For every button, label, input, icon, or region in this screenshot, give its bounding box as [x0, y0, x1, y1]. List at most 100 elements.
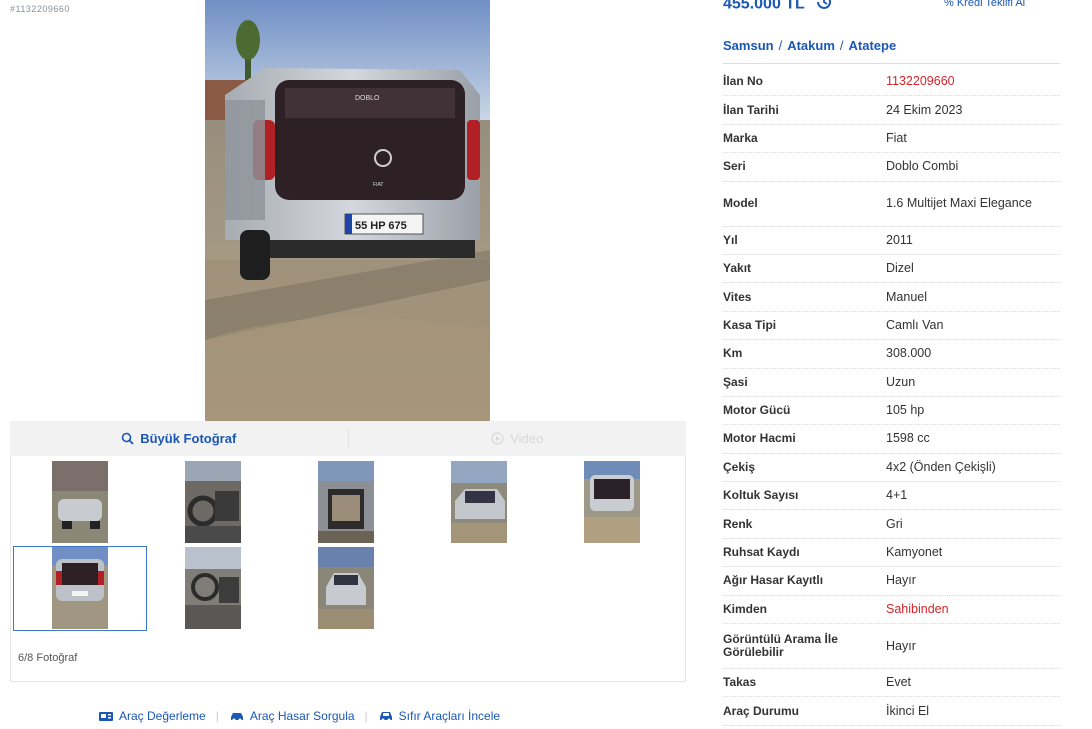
spec-label: Yıl	[723, 232, 738, 247]
new-cars-link[interactable]: Sıfır Araçları İncele	[378, 709, 500, 723]
spec-row: Görüntülü Arama İle Görülebilir Hayır	[723, 624, 1060, 670]
photo-tabs: Büyük Fotoğraf Video	[10, 421, 686, 456]
spec-row: Motor Hacmi 1598 cc	[723, 425, 1060, 454]
spec-label: Km	[723, 346, 743, 361]
spec-value: Doblo Combi	[886, 159, 959, 174]
link-separator: |	[364, 709, 368, 723]
spec-label: Koltuk Sayısı	[723, 488, 799, 503]
spec-label: Şasi	[723, 374, 748, 389]
video-tab[interactable]: Video	[349, 421, 687, 456]
spec-label: Takas	[723, 675, 757, 690]
spec-value: İkinci El	[886, 703, 930, 718]
main-photo[interactable]: DOBLO FIAT 55 HP 675	[205, 0, 490, 421]
search-icon	[121, 432, 134, 445]
spec-value: 1132209660	[886, 74, 955, 89]
spec-value: Sahibinden	[886, 601, 949, 616]
spec-label: Model	[723, 196, 758, 211]
bottom-links: Araç Değerleme | Araç Hasar Sorgula | Sı…	[98, 709, 500, 723]
spec-row: Şasi Uzun	[723, 369, 1060, 397]
breadcrumb-separator: /	[839, 38, 844, 53]
price-value: 455.000 TL	[723, 0, 805, 13]
spec-value: Dizel	[886, 261, 914, 276]
price-history-icon[interactable]	[815, 0, 833, 16]
video-tab-label: Video	[510, 431, 544, 446]
listing-id-label: #1132209660	[10, 4, 70, 14]
spec-value: 4+1	[886, 488, 908, 503]
photo-counter: 6/8 Fotoğraf	[18, 652, 78, 664]
spec-value: Gri	[886, 516, 903, 531]
large-photo-tab-label: Büyük Fotoğraf	[140, 431, 237, 446]
license-plate: 55 HP 675	[355, 220, 407, 232]
spec-row: Yakıt Dizel	[723, 255, 1060, 284]
location-divider	[723, 63, 1060, 64]
thumbnail-7[interactable]	[185, 547, 241, 629]
location-district[interactable]: Atakum	[787, 38, 835, 53]
spec-label: Çekiş	[723, 459, 756, 474]
thumbnail-1[interactable]	[52, 461, 108, 543]
spec-label: Yakıt	[723, 261, 752, 276]
thumbnail-2[interactable]	[185, 461, 241, 543]
spec-value: Hayır	[886, 638, 916, 653]
spec-value: Manuel	[886, 289, 927, 304]
spec-label: Görüntülü Arama İle Görülebilir	[723, 632, 838, 660]
spec-row: İlan No 1132209660	[723, 68, 1060, 97]
percent-icon: %	[944, 0, 954, 9]
location-neighborhood[interactable]: Atatepe	[849, 38, 897, 53]
credit-offer-link[interactable]: % Kredi Teklifi Al	[944, 0, 1025, 9]
spec-value: 1.6 Multijet Maxi Elegance	[886, 196, 1032, 211]
link-separator: |	[215, 709, 219, 723]
spec-row: Vites Manuel	[723, 283, 1060, 312]
spec-value: 2011	[886, 232, 913, 247]
credit-offer-label: Kredi Teklifi Al	[956, 0, 1026, 9]
spec-label: Motor Hacmi	[723, 431, 796, 446]
spec-row: Çekiş 4x2 (Önden Çekişli)	[723, 454, 1060, 483]
van-brand: FIAT	[373, 182, 383, 188]
spec-value: Uzun	[886, 374, 916, 389]
car-icon	[378, 710, 394, 722]
play-icon	[491, 432, 504, 445]
damage-query-link[interactable]: Araç Hasar Sorgula	[229, 709, 355, 723]
spec-label: Renk	[723, 516, 753, 531]
spec-row: Motor Gücü 105 hp	[723, 397, 1060, 426]
spec-row: Takas Evet	[723, 669, 1060, 698]
spec-row: Koltuk Sayısı 4+1	[723, 482, 1060, 511]
spec-row: Marka Fiat	[723, 125, 1060, 154]
spec-value: 1598 cc	[886, 431, 930, 446]
spec-value: 4x2 (Önden Çekişli)	[886, 459, 996, 474]
car-damage-icon	[229, 710, 245, 722]
thumbnail-4[interactable]	[451, 461, 507, 543]
spec-row: Seri Doblo Combi	[723, 153, 1060, 182]
spec-row: İlan Tarihi 24 Ekim 2023	[723, 96, 1060, 125]
price: 455.000 TL	[723, 0, 833, 16]
specs-table: İlan No 1132209660 İlan Tarihi 24 Ekim 202…	[723, 68, 1060, 726]
spec-value: Hayır	[886, 573, 916, 588]
large-photo-tab[interactable]: Büyük Fotoğraf	[10, 421, 348, 456]
spec-label: İlan No	[723, 74, 764, 89]
thumbnail-8[interactable]	[318, 547, 374, 629]
selected-thumbnail-frame	[13, 546, 147, 631]
spec-label: Vites	[723, 289, 752, 304]
spec-label: Kimden	[723, 601, 768, 616]
spec-label: Ağır Hasar Kayıtlı	[723, 573, 824, 588]
spec-label: İlan Tarihi	[723, 102, 779, 117]
spec-value: Camlı Van	[886, 317, 944, 332]
location-city[interactable]: Samsun	[723, 38, 774, 53]
thumbnail-5[interactable]	[584, 461, 640, 543]
spec-label: Marka	[723, 130, 758, 145]
spec-label: Motor Gücü	[723, 403, 791, 418]
spec-row: Kimden Sahibinden	[723, 596, 1060, 625]
thumbnail-3[interactable]	[318, 461, 374, 543]
spec-row: Araç Durumu İkinci El	[723, 697, 1060, 726]
spec-row: Yıl 2011	[723, 227, 1060, 255]
spec-value: Fiat	[886, 130, 907, 145]
vehicle-valuation-label: Araç Değerleme	[119, 709, 206, 723]
spec-label: Araç Durumu	[723, 703, 800, 718]
van-badge: DOBLO	[355, 95, 380, 102]
spec-row: Km 308.000	[723, 340, 1060, 369]
location-breadcrumb: Samsun / Atakum / Atatepe	[723, 38, 896, 53]
spec-row: Ağır Hasar Kayıtlı Hayır	[723, 567, 1060, 596]
spec-value: Evet	[886, 675, 912, 690]
valuation-icon	[98, 710, 114, 722]
spec-row: Renk Gri	[723, 510, 1060, 539]
vehicle-valuation-link[interactable]: Araç Değerleme	[98, 709, 206, 723]
